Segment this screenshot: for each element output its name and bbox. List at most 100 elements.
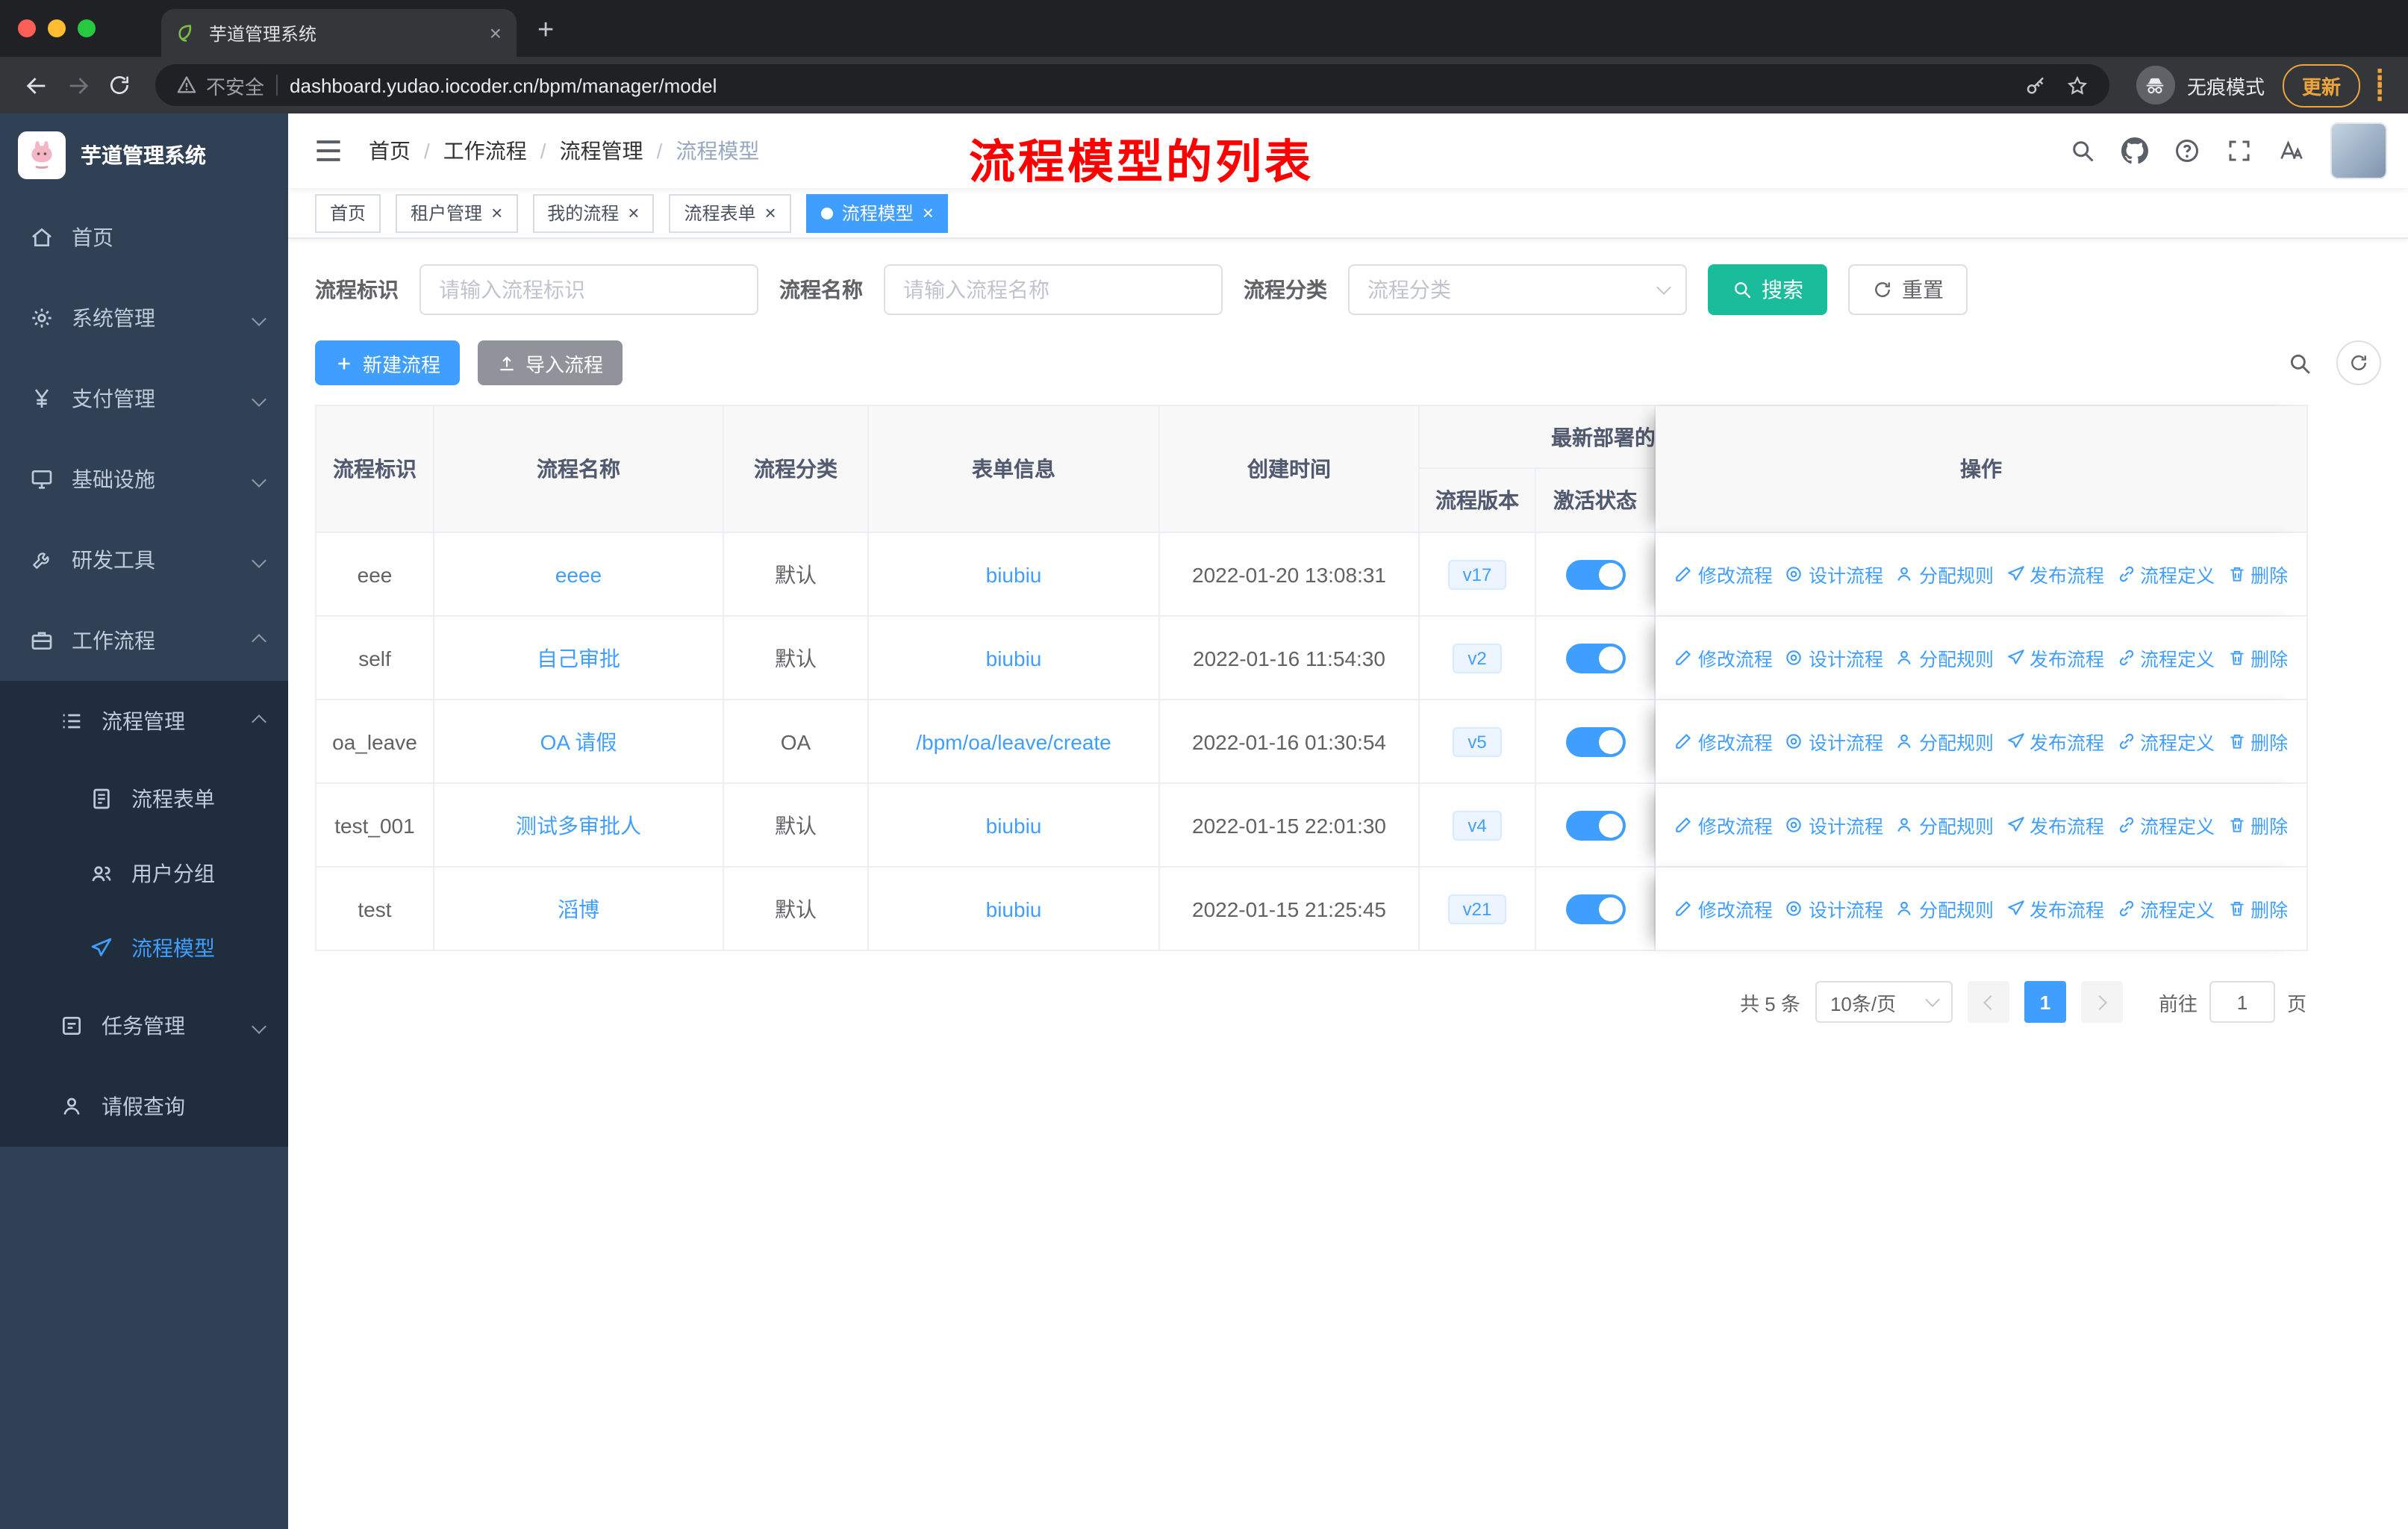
op-publish-link[interactable]: 发布流程 — [2006, 811, 2104, 839]
security-status[interactable]: 不安全 — [176, 71, 264, 99]
op-edit-link[interactable]: 修改流程 — [1674, 811, 1773, 839]
sidebar-item-process-mgmt[interactable]: 流程管理 — [0, 681, 288, 762]
font-size-icon[interactable] — [2278, 137, 2305, 164]
import-process-button[interactable]: 导入流程 — [478, 340, 623, 385]
tag-process-form[interactable]: 流程表单 × — [669, 193, 791, 232]
op-design-link[interactable]: 设计流程 — [1785, 727, 1883, 756]
op-delete-link[interactable]: 删除 — [2227, 727, 2288, 756]
window-minimize-button[interactable] — [48, 19, 66, 37]
sidebar-item-task-mgmt[interactable]: 任务管理 — [0, 985, 288, 1066]
sidebar-item-process-form[interactable]: 流程表单 — [0, 762, 288, 836]
form-info-link[interactable]: biubiu — [986, 646, 1042, 670]
goto-page-input[interactable] — [2209, 981, 2275, 1023]
breadcrumb-home[interactable]: 首页 — [369, 136, 411, 166]
op-definition-link[interactable]: 流程定义 — [2116, 894, 2215, 923]
password-key-icon[interactable] — [2024, 74, 2047, 96]
browser-tab[interactable]: 芋道管理系统 × — [161, 9, 517, 57]
status-toggle[interactable] — [1565, 643, 1625, 673]
fullscreen-icon[interactable] — [2226, 137, 2253, 164]
op-design-link[interactable]: 设计流程 — [1785, 894, 1883, 923]
search-button[interactable]: 搜索 — [1708, 264, 1827, 315]
sidebar-item-leave-query[interactable]: 请假查询 — [0, 1066, 288, 1147]
op-delete-link[interactable]: 删除 — [2227, 811, 2288, 839]
op-edit-link[interactable]: 修改流程 — [1674, 560, 1773, 588]
refresh-table-button[interactable] — [2336, 340, 2381, 385]
sidebar-item-system[interactable]: 系统管理 — [0, 278, 288, 358]
tag-close-icon[interactable]: × — [923, 203, 934, 222]
op-design-link[interactable]: 设计流程 — [1785, 560, 1883, 588]
status-toggle[interactable] — [1565, 810, 1625, 840]
prev-page-button[interactable] — [1967, 981, 2009, 1023]
breadcrumb-process-mgmt[interactable]: 流程管理 — [560, 136, 643, 166]
window-zoom-button[interactable] — [78, 19, 96, 37]
create-process-button[interactable]: 新建流程 — [315, 340, 461, 385]
sidebar-item-home[interactable]: 首页 — [0, 197, 288, 278]
sidebar-item-workflow[interactable]: 工作流程 — [0, 600, 288, 681]
breadcrumb-workflow[interactable]: 工作流程 — [443, 136, 527, 166]
forward-button[interactable] — [57, 64, 99, 106]
op-assign-rule-link[interactable]: 分配规则 — [1895, 811, 1994, 839]
op-design-link[interactable]: 设计流程 — [1785, 811, 1883, 839]
op-edit-link[interactable]: 修改流程 — [1674, 644, 1773, 672]
model-name-link[interactable]: 自己审批 — [537, 646, 620, 670]
op-assign-rule-link[interactable]: 分配规则 — [1895, 894, 1994, 923]
status-toggle[interactable] — [1565, 559, 1625, 589]
browser-menu-icon[interactable]: ⋮ ⋮ ⋮ — [2366, 66, 2393, 104]
sidebar-item-infra[interactable]: 基础设施 — [0, 439, 288, 520]
reload-button[interactable] — [99, 64, 140, 106]
model-name-link[interactable]: 测试多审批人 — [516, 813, 641, 837]
tag-home[interactable]: 首页 — [315, 193, 381, 232]
sidebar-item-process-model[interactable]: 流程模型 — [0, 911, 288, 985]
search-toggle-icon[interactable] — [2287, 350, 2312, 376]
next-page-button[interactable] — [2080, 981, 2123, 1023]
category-select[interactable] — [1348, 264, 1687, 315]
op-edit-link[interactable]: 修改流程 — [1674, 727, 1773, 756]
process-name-input[interactable] — [884, 264, 1223, 315]
op-definition-link[interactable]: 流程定义 — [2116, 727, 2215, 756]
form-info-link[interactable]: biubiu — [986, 813, 1042, 837]
model-name-link[interactable]: OA 请假 — [540, 729, 617, 753]
tag-process-model-active[interactable]: 流程模型 × — [805, 193, 949, 232]
op-publish-link[interactable]: 发布流程 — [2006, 560, 2104, 588]
reset-button[interactable]: 重置 — [1848, 264, 1968, 315]
window-close-button[interactable] — [18, 19, 36, 37]
back-button[interactable] — [15, 64, 57, 106]
tag-close-icon[interactable]: × — [765, 203, 776, 222]
new-tab-button[interactable]: + — [537, 15, 554, 48]
op-definition-link[interactable]: 流程定义 — [2116, 560, 2215, 588]
tag-close-icon[interactable]: × — [628, 203, 639, 222]
model-name-link[interactable]: eeee — [555, 562, 602, 586]
op-publish-link[interactable]: 发布流程 — [2006, 894, 2104, 923]
user-avatar[interactable] — [2330, 122, 2387, 179]
sidebar-item-devtools[interactable]: 研发工具 — [0, 520, 288, 600]
search-icon[interactable] — [2069, 137, 2096, 164]
op-definition-link[interactable]: 流程定义 — [2116, 811, 2215, 839]
bookmark-star-icon[interactable] — [2066, 74, 2089, 96]
sidebar-collapse-icon[interactable] — [312, 134, 345, 167]
op-delete-link[interactable]: 删除 — [2227, 894, 2288, 923]
op-delete-link[interactable]: 删除 — [2227, 644, 2288, 672]
page-1-button[interactable]: 1 — [2024, 981, 2066, 1023]
form-info-link[interactable]: /bpm/oa/leave/create — [916, 729, 1111, 753]
sidebar-item-pay[interactable]: 支付管理 — [0, 358, 288, 439]
op-assign-rule-link[interactable]: 分配规则 — [1895, 727, 1994, 756]
op-assign-rule-link[interactable]: 分配规则 — [1895, 560, 1994, 588]
op-assign-rule-link[interactable]: 分配规则 — [1895, 644, 1994, 672]
tab-close-icon[interactable]: × — [490, 22, 502, 43]
update-button[interactable]: 更新 — [2282, 63, 2360, 107]
github-icon[interactable] — [2121, 137, 2148, 164]
form-info-link[interactable]: biubiu — [986, 897, 1042, 921]
tag-close-icon[interactable]: × — [491, 203, 502, 222]
tag-my-process[interactable]: 我的流程 × — [532, 193, 655, 232]
sidebar-item-user-group[interactable]: 用户分组 — [0, 836, 288, 911]
tag-tenant-mgmt[interactable]: 租户管理 × — [396, 193, 518, 232]
op-publish-link[interactable]: 发布流程 — [2006, 644, 2104, 672]
address-bar[interactable]: 不安全 dashboard.yudao.iocoder.cn/bpm/manag… — [155, 64, 2109, 106]
op-edit-link[interactable]: 修改流程 — [1674, 894, 1773, 923]
page-size-select[interactable]: 10条/页 — [1815, 981, 1953, 1023]
process-id-input[interactable] — [419, 264, 758, 315]
status-toggle[interactable] — [1565, 894, 1625, 924]
op-delete-link[interactable]: 删除 — [2227, 560, 2288, 588]
op-design-link[interactable]: 设计流程 — [1785, 644, 1883, 672]
op-publish-link[interactable]: 发布流程 — [2006, 727, 2104, 756]
